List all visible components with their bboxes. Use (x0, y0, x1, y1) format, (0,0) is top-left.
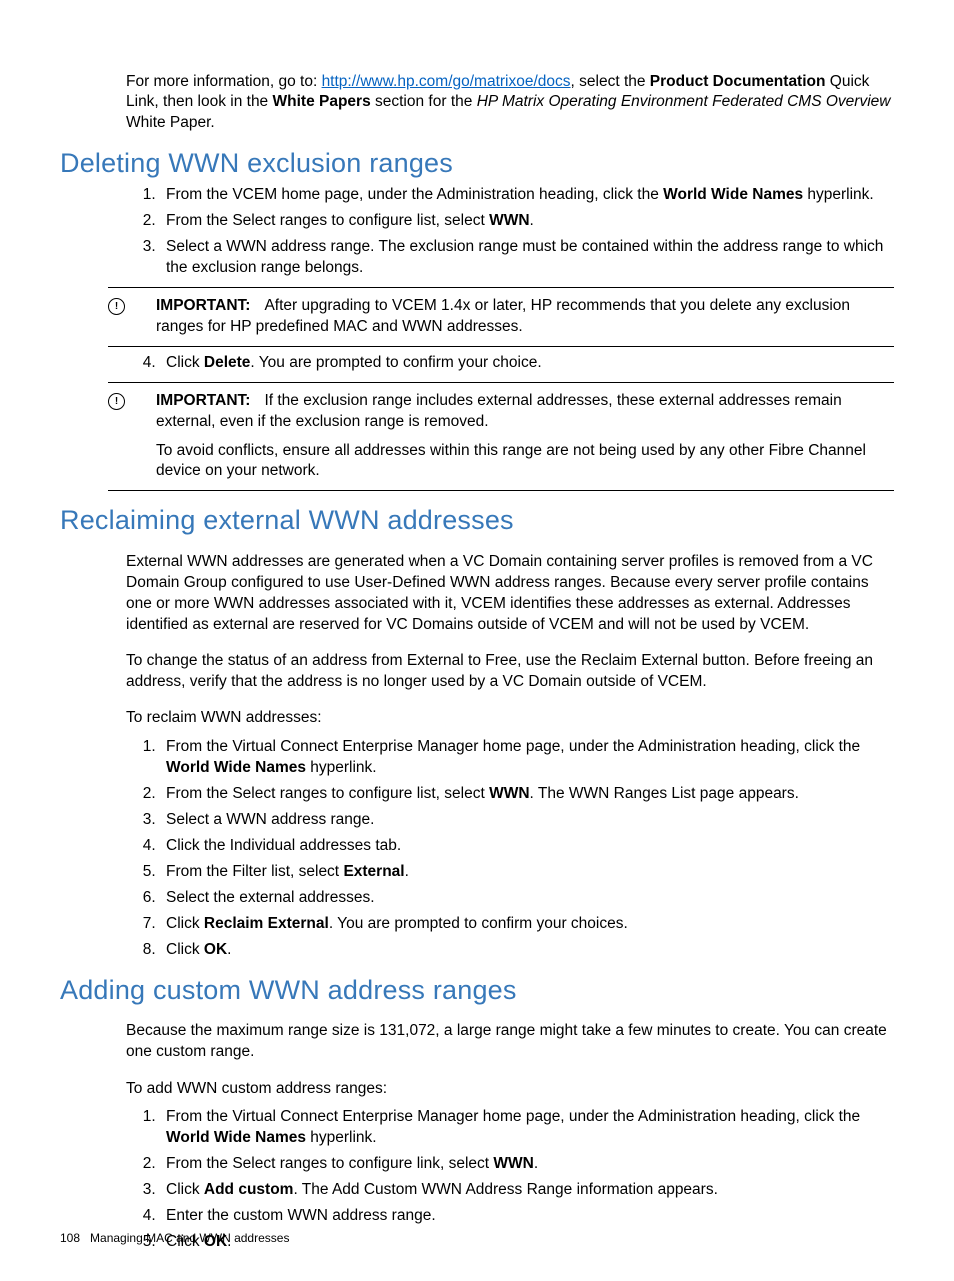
intro-bold1: Product Documentation (650, 73, 826, 90)
step-bold: World Wide Names (166, 1129, 306, 1146)
list-item: From the Select ranges to configure list… (160, 211, 894, 232)
list-item: From the Virtual Connect Enterprise Mana… (160, 737, 894, 779)
important-icon: ! (108, 391, 156, 410)
list-item: Click Add custom. The Add Custom WWN Add… (160, 1180, 894, 1201)
list-item: Click the Individual addresses tab. (160, 836, 894, 857)
step-text: From the Select ranges to configure list… (166, 785, 489, 802)
important-text: If the exclusion range includes external… (156, 392, 842, 430)
heading-adding-custom: Adding custom WWN address ranges (60, 975, 894, 1006)
custom-p2: To add WWN custom address ranges: (126, 1079, 894, 1100)
intro-italic: HP Matrix Operating Environment Federate… (477, 93, 891, 110)
step-text: Click the Individual addresses tab. (166, 837, 401, 854)
step-text: From the Filter list, select (166, 863, 343, 880)
step-bold: WWN (489, 785, 529, 802)
step-text: Click (166, 941, 204, 958)
heading-deleting-wwn: Deleting WWN exclusion ranges (60, 148, 894, 179)
list-item: From the Select ranges to configure link… (160, 1154, 894, 1175)
important-note-1: ! IMPORTANT:After upgrading to VCEM 1.4x… (108, 287, 894, 347)
list-item: From the Virtual Connect Enterprise Mana… (160, 1107, 894, 1149)
step-text: Enter the custom WWN address range. (166, 1207, 436, 1224)
page-footer: 108 Managing MAC and WWN addresses (60, 1231, 289, 1245)
step-text: . (405, 863, 409, 880)
intro-mid3: section for the (371, 93, 477, 110)
footer-title: Managing MAC and WWN addresses (90, 1231, 289, 1245)
heading-reclaiming-wwn: Reclaiming external WWN addresses (60, 505, 894, 536)
step-text: hyperlink. (803, 186, 874, 203)
step-bold: WWN (489, 212, 529, 229)
step-text: Click (166, 915, 204, 932)
step-text: . You are prompted to confirm your choic… (250, 354, 541, 371)
intro-mid1: , select the (571, 73, 650, 90)
list-item: Click Delete. You are prompted to confir… (160, 353, 894, 374)
list-item: From the Select ranges to configure list… (160, 784, 894, 805)
deleting-steps-a: From the VCEM home page, under the Admin… (130, 185, 894, 279)
step-text: From the Select ranges to configure list… (166, 212, 489, 229)
step-text: From the Select ranges to configure link… (166, 1155, 493, 1172)
intro-pre: For more information, go to: (126, 73, 322, 90)
step-bold: Add custom (204, 1181, 294, 1198)
step-text: . (227, 941, 231, 958)
step-bold: Reclaim External (204, 915, 329, 932)
step-bold: World Wide Names (166, 759, 306, 776)
step-bold: OK (204, 941, 227, 958)
deleting-steps-b: Click Delete. You are prompted to confir… (130, 353, 894, 374)
reclaim-p3: To reclaim WWN addresses: (126, 708, 894, 729)
step-text: From the Virtual Connect Enterprise Mana… (166, 1108, 860, 1125)
step-text: Select a WWN address range. The exclusio… (166, 238, 883, 276)
important-note-2: ! IMPORTANT:If the exclusion range inclu… (108, 382, 894, 492)
important-text-2: To avoid conflicts, ensure all addresses… (156, 441, 894, 483)
step-text: . (534, 1155, 538, 1172)
step-bold: Delete (204, 354, 251, 371)
step-text: . The Add Custom WWN Address Range infor… (293, 1181, 717, 1198)
exclamation-icon: ! (108, 298, 125, 315)
matrixoe-docs-link[interactable]: http://www.hp.com/go/matrixoe/docs (322, 73, 571, 90)
list-item: Select a WWN address range. The exclusio… (160, 237, 894, 279)
step-text: . You are prompted to confirm your choic… (329, 915, 628, 932)
step-bold: WWN (493, 1155, 533, 1172)
intro-tail: White Paper. (126, 114, 215, 131)
step-text: Select a WWN address range. (166, 811, 374, 828)
list-item: Click OK. (160, 940, 894, 961)
list-item: From the Filter list, select External. (160, 862, 894, 883)
intro-bold2: White Papers (273, 93, 371, 110)
step-text: . The WWN Ranges List page appears. (530, 785, 799, 802)
step-text: From the VCEM home page, under the Admin… (166, 186, 663, 203)
reclaim-p1: External WWN addresses are generated whe… (126, 552, 894, 636)
custom-p1: Because the maximum range size is 131,07… (126, 1021, 894, 1063)
step-text: hyperlink. (306, 759, 377, 776)
step-text: Click (166, 1181, 204, 1198)
step-text: hyperlink. (306, 1129, 377, 1146)
important-label: IMPORTANT: (156, 297, 250, 314)
step-bold: External (343, 863, 404, 880)
list-item: Select a WWN address range. (160, 810, 894, 831)
step-text: Select the external addresses. (166, 889, 375, 906)
important-label: IMPORTANT: (156, 392, 250, 409)
page-number: 108 (60, 1231, 80, 1245)
list-item: Enter the custom WWN address range. (160, 1206, 894, 1227)
intro-paragraph: For more information, go to: http://www.… (126, 72, 894, 135)
exclamation-icon: ! (108, 393, 125, 410)
list-item: From the VCEM home page, under the Admin… (160, 185, 894, 206)
step-text: Click (166, 354, 204, 371)
list-item: Select the external addresses. (160, 888, 894, 909)
reclaim-steps: From the Virtual Connect Enterprise Mana… (130, 737, 894, 960)
important-text: After upgrading to VCEM 1.4x or later, H… (156, 297, 850, 335)
list-item: Click Reclaim External. You are prompted… (160, 914, 894, 935)
step-text: . (530, 212, 534, 229)
step-text: From the Virtual Connect Enterprise Mana… (166, 738, 860, 755)
important-icon: ! (108, 296, 156, 315)
step-bold: World Wide Names (663, 186, 803, 203)
reclaim-p2: To change the status of an address from … (126, 651, 894, 693)
